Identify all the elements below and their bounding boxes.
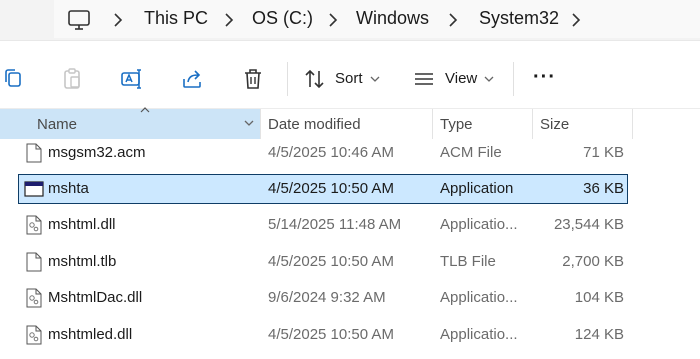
chevron-right-icon[interactable] — [327, 11, 339, 29]
breadcrumb-item-os-c[interactable]: OS (C:) — [252, 8, 313, 29]
toolbar-separator — [513, 62, 514, 96]
sort-button[interactable]: Sort — [335, 70, 363, 87]
toolbar-separator — [287, 62, 288, 96]
column-header-name[interactable]: Name — [37, 116, 77, 133]
chevron-right-icon[interactable] — [447, 11, 459, 29]
share-icon[interactable] — [180, 67, 204, 91]
file-date-modified: 9/6/2024 9:32 AM — [268, 289, 386, 306]
chevron-down-icon[interactable] — [370, 75, 380, 83]
dll-icon — [26, 215, 42, 235]
breadcrumb-item-windows[interactable]: Windows — [356, 8, 429, 29]
file-name: mshtml.tlb — [48, 253, 117, 270]
file-type: Application — [440, 180, 514, 197]
address-bar — [0, 0, 700, 41]
file-type: ACM File — [440, 144, 502, 161]
breadcrumb-item-system32[interactable]: System32 — [479, 8, 559, 29]
file-date-modified: 4/5/2025 10:50 AM — [268, 326, 394, 343]
copy-icon[interactable] — [2, 67, 26, 91]
file-type: TLB File — [440, 253, 496, 270]
file-date-modified: 4/5/2025 10:50 AM — [268, 180, 394, 197]
file-name: msgsm32.acm — [48, 144, 146, 161]
column-header-date-modified[interactable]: Date modified — [268, 116, 361, 133]
paste-icon[interactable] — [60, 67, 84, 91]
chevron-right-icon[interactable] — [112, 11, 124, 29]
application-icon — [24, 181, 44, 197]
file-date-modified: 4/5/2025 10:46 AM — [268, 144, 394, 161]
file-name: MshtmlDac.dll — [48, 289, 143, 306]
file-type: Applicatio... — [440, 216, 518, 233]
column-divider[interactable] — [532, 109, 533, 139]
more-options-button[interactable]: ··· — [533, 66, 556, 89]
file-size: 2,700 KB — [562, 253, 624, 270]
file-type: Applicatio... — [440, 326, 518, 343]
column-header-type[interactable]: Type — [440, 116, 473, 133]
chevron-down-icon[interactable] — [244, 119, 254, 127]
delete-icon[interactable] — [241, 67, 265, 91]
file-date-modified: 5/14/2025 11:48 AM — [268, 216, 402, 233]
sort-icon[interactable] — [303, 67, 327, 91]
chevron-down-icon[interactable] — [484, 75, 494, 83]
dll-icon — [26, 325, 42, 345]
dll-icon — [26, 288, 42, 308]
computer-icon[interactable] — [66, 7, 92, 33]
chevron-right-icon[interactable] — [570, 11, 582, 29]
sort-ascending-icon — [140, 107, 150, 113]
file-size: 71 KB — [583, 144, 624, 161]
file-name: mshta — [48, 180, 89, 197]
view-icon[interactable] — [412, 67, 436, 91]
file-size: 36 KB — [583, 180, 624, 197]
file-date-modified: 4/5/2025 10:50 AM — [268, 253, 394, 270]
file-size: 124 KB — [574, 326, 624, 343]
file-size: 23,544 KB — [553, 216, 624, 233]
breadcrumb-item-this-pc[interactable]: This PC — [144, 8, 208, 29]
column-divider[interactable] — [432, 109, 433, 139]
file-name: mshtml.dll — [48, 216, 116, 233]
column-divider[interactable] — [260, 109, 261, 139]
chevron-right-icon[interactable] — [223, 11, 235, 29]
rename-icon[interactable] — [120, 67, 144, 91]
view-button[interactable]: View — [445, 70, 477, 87]
column-divider[interactable] — [632, 109, 633, 139]
file-name: mshtmled.dll — [48, 326, 133, 343]
column-header-size[interactable]: Size — [540, 116, 569, 133]
file-type: Applicatio... — [440, 289, 518, 306]
file-icon — [26, 252, 42, 272]
file-size: 104 KB — [574, 289, 624, 306]
file-icon — [26, 143, 42, 163]
